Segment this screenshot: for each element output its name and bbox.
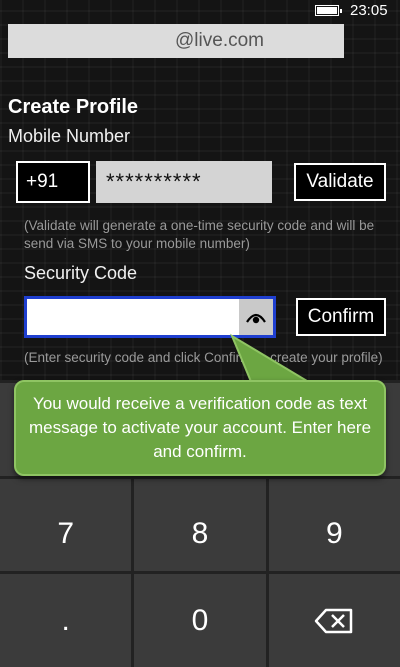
key-0[interactable]: 0 [134, 574, 266, 667]
backspace-key[interactable] [268, 574, 400, 667]
key-9[interactable]: 9 [268, 478, 400, 572]
key-dot[interactable]: . [0, 574, 132, 667]
callout-pointer [229, 333, 316, 385]
key-7[interactable]: 7 [0, 478, 132, 572]
callout-text: You would receive a verification code as… [28, 394, 372, 461]
backspace-icon [315, 608, 353, 633]
tooltip-callout: You would receive a verification code as… [14, 380, 386, 476]
key-8[interactable]: 8 [134, 478, 266, 572]
